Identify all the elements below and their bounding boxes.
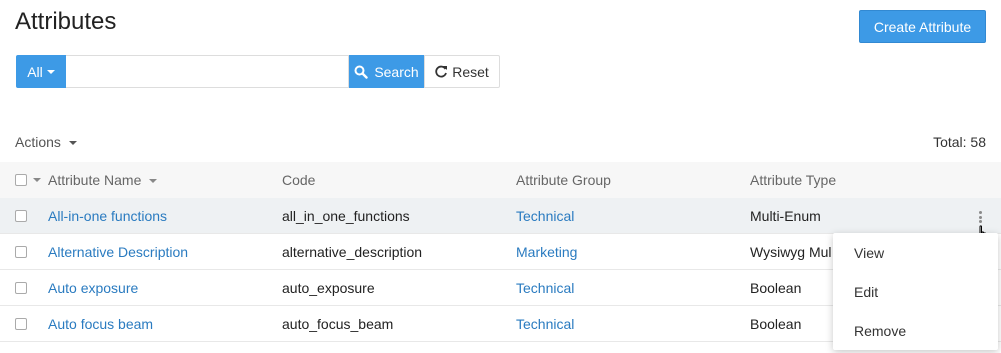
reset-button-label: Reset xyxy=(452,63,489,80)
refresh-icon xyxy=(435,65,448,78)
attribute-name-link[interactable]: All-in-one functions xyxy=(48,208,282,224)
row-checkbox[interactable] xyxy=(15,281,27,294)
caret-down-icon xyxy=(46,69,55,74)
caret-down-icon[interactable] xyxy=(33,178,41,182)
filter-dropdown-button[interactable]: All xyxy=(16,55,66,88)
search-button[interactable]: Search xyxy=(349,55,424,88)
actions-label: Actions xyxy=(15,134,61,150)
search-input[interactable] xyxy=(66,55,349,88)
sort-caret-icon xyxy=(149,179,158,184)
actions-dropdown[interactable]: Actions xyxy=(15,134,77,150)
create-attribute-button[interactable]: Create Attribute xyxy=(859,10,986,43)
row-check-cell xyxy=(0,245,48,258)
filter-label: All xyxy=(27,63,43,80)
attribute-code: all_in_one_functions xyxy=(282,207,410,224)
column-header-name[interactable]: Attribute Name xyxy=(48,172,282,188)
row-checkbox[interactable] xyxy=(15,317,27,330)
reset-button[interactable]: Reset xyxy=(424,55,500,88)
menu-item-view[interactable]: View xyxy=(833,233,998,272)
search-icon xyxy=(354,65,369,79)
attribute-group-link[interactable]: Technical xyxy=(516,208,750,224)
attribute-code: auto_exposure xyxy=(282,279,375,296)
menu-item-edit[interactable]: Edit xyxy=(833,272,998,311)
row-actions-menu: View Edit Remove xyxy=(833,233,998,350)
menu-item-remove[interactable]: Remove xyxy=(833,311,998,350)
row-checkbox[interactable] xyxy=(15,245,27,258)
row-check-cell xyxy=(0,209,48,222)
row-check-cell xyxy=(0,317,48,330)
caret-down-icon xyxy=(68,141,77,146)
attribute-group-link[interactable]: Technical xyxy=(516,280,750,296)
table-row[interactable]: All-in-one functions all_in_one_function… xyxy=(0,198,1001,234)
attribute-code: alternative_description xyxy=(282,243,423,260)
select-all-cell xyxy=(0,174,48,186)
attribute-name-link[interactable]: Auto exposure xyxy=(48,280,282,296)
row-check-cell xyxy=(0,281,48,294)
column-header-label: Attribute Name xyxy=(48,172,142,188)
search-button-label: Search xyxy=(374,63,419,80)
column-header-code[interactable]: Code xyxy=(282,172,516,188)
total-count: Total: 58 xyxy=(933,134,986,150)
kebab-icon[interactable] xyxy=(976,209,984,225)
attribute-group-link[interactable]: Marketing xyxy=(516,244,750,260)
attribute-group-link[interactable]: Technical xyxy=(516,316,750,332)
attribute-name-link[interactable]: Alternative Description xyxy=(48,244,282,260)
attribute-type: Multi-Enum xyxy=(750,207,821,224)
attribute-name-link[interactable]: Auto focus beam xyxy=(48,316,282,332)
select-all-checkbox[interactable] xyxy=(15,174,27,186)
search-bar: All Search Reset xyxy=(16,55,500,88)
attribute-code: auto_focus_beam xyxy=(282,315,394,332)
row-checkbox[interactable] xyxy=(15,209,27,222)
page-title: Attributes xyxy=(15,8,117,35)
column-header-type[interactable]: Attribute Type xyxy=(750,172,960,188)
table-header: Attribute Name Code Attribute Group Attr… xyxy=(0,162,1001,198)
column-header-group[interactable]: Attribute Group xyxy=(516,172,750,188)
